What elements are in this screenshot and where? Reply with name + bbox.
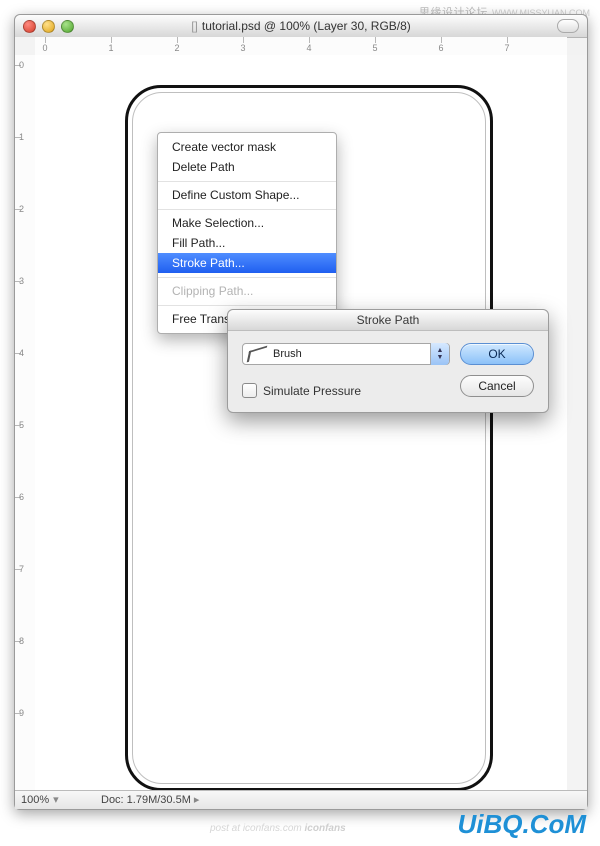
minimize-icon[interactable] [42,20,55,33]
ruler-left-label: 3 [19,276,24,286]
ruler-left-label: 2 [19,204,24,214]
ruler-top-label: 0 [42,43,47,53]
zoom-icon[interactable] [61,20,74,33]
ruler-top-label: 7 [504,43,509,53]
tool-select[interactable]: Brush ▲▼ [242,343,450,365]
select-stepper-icon[interactable]: ▲▼ [430,343,449,365]
ruler-origin[interactable] [15,37,36,56]
simulate-pressure-label: Simulate Pressure [263,384,361,398]
ruler-top-label: 4 [306,43,311,53]
window-titlebar[interactable]: []tutorial.psd @ 100% (Layer 30, RGB/8) [15,15,587,38]
ruler-left-label: 4 [19,348,24,358]
ruler-left-label: 1 [19,132,24,142]
status-bar: 100% Doc: 1.79M/30.5M [15,790,587,809]
window-title: []tutorial.psd @ 100% (Layer 30, RGB/8) [15,19,587,33]
ruler-top-label: 5 [372,43,377,53]
cancel-button[interactable]: Cancel [460,375,534,397]
brush-icon [247,346,268,363]
menu-item-fill-path[interactable]: Fill Path... [158,233,336,253]
watermark-bottom: UiBQ.CoM [457,809,586,840]
path-context-menu[interactable]: Create vector maskDelete Path Define Cust… [157,132,337,334]
menu-item-delete-path[interactable]: Delete Path [158,157,336,177]
ruler-vertical[interactable]: 0 1 2 3 4 5 6 7 8 9 [15,55,36,791]
menu-item-clipping-path: Clipping Path... [158,277,336,301]
ruler-left-label: 7 [19,564,24,574]
ruler-left-label: 9 [19,708,24,718]
toolbar-pill-icon[interactable] [557,19,579,33]
photoshop-window: []tutorial.psd @ 100% (Layer 30, RGB/8) … [14,14,588,810]
document-info[interactable]: Doc: 1.79M/30.5M [101,793,199,806]
tool-select-value: Brush [273,348,302,360]
ok-button[interactable]: OK [460,343,534,365]
ruler-left-label: 8 [19,636,24,646]
close-icon[interactable] [23,20,36,33]
simulate-pressure-checkbox[interactable] [242,383,257,398]
menu-item-define-custom-shape[interactable]: Define Custom Shape... [158,181,336,205]
ruler-top-label: 6 [438,43,443,53]
stroke-path-dialog[interactable]: Stroke Path Brush ▲▼ OK Simulate Pressur… [227,309,549,413]
zoom-level[interactable]: 100% [21,793,59,806]
ruler-horizontal[interactable]: 0 1 2 3 4 5 6 7 [35,37,567,56]
ruler-top-label: 3 [240,43,245,53]
ruler-left-label: 5 [19,420,24,430]
scrollbar-vertical[interactable] [566,55,587,791]
ruler-left-label: 0 [19,60,24,70]
ruler-top-label: 1 [108,43,113,53]
menu-item-stroke-path[interactable]: Stroke Path... [158,253,336,273]
ruler-left-label: 6 [19,492,24,502]
dialog-title: Stroke Path [228,310,548,331]
ruler-top-label: 2 [174,43,179,53]
watermark-postat: post at iconfans.com iconfans [210,823,346,834]
menu-item-make-selection[interactable]: Make Selection... [158,209,336,233]
menu-item-create-vector-mask[interactable]: Create vector mask [158,137,336,157]
